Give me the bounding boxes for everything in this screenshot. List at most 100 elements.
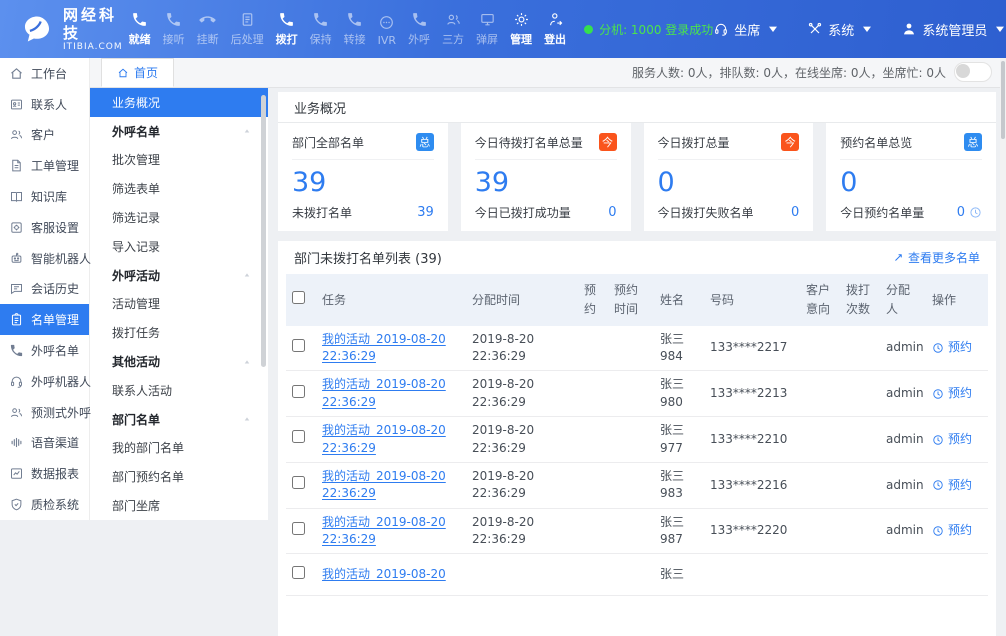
row-checkbox[interactable] — [292, 385, 305, 398]
sidebar-item[interactable]: 知识库 — [0, 181, 89, 212]
toolbar-button[interactable]: 转接 — [338, 11, 372, 47]
submenu-item-label: 部门坐席 — [112, 497, 160, 514]
sidebar-item[interactable]: 客服设置 — [0, 212, 89, 243]
brand-domain: ITIBIA.COM — [63, 42, 123, 52]
row-checkbox[interactable] — [292, 339, 305, 352]
stat-card: 预约名单总览 总 0 今日预约名单量 0 — [826, 123, 996, 231]
row-checkbox[interactable] — [292, 522, 305, 535]
reserve-action-button[interactable]: 预约 — [932, 522, 982, 539]
reserve-action-button[interactable]: 预约 — [932, 385, 982, 402]
sidebar-item[interactable]: 外呼名单 — [0, 335, 89, 366]
reserve-cell — [578, 371, 608, 417]
submenu-item[interactable]: 部门预约名单 — [90, 462, 268, 491]
submenu-item[interactable]: 活动管理 — [90, 290, 268, 319]
collapse-caret-up-icon — [242, 270, 252, 280]
sidebar-item[interactable]: 质检系统 — [0, 489, 89, 520]
toolbar-button-label: 保持 — [310, 31, 332, 47]
submenu-item[interactable]: 拨打任务 — [90, 318, 268, 347]
toolbar-button[interactable]: 挂断 — [191, 11, 225, 47]
reserve-action-button[interactable]: 预约 — [932, 477, 982, 494]
row-checkbox[interactable] — [292, 430, 305, 443]
window-scrollbar-thumb[interactable] — [1001, 61, 1005, 139]
submenu-item[interactable]: 外呼活动 — [90, 261, 268, 290]
toolbar-button[interactable]: 拨打 — [270, 11, 304, 47]
submenu-item[interactable]: 筛选记录 — [90, 203, 268, 232]
assigner-cell: admin — [880, 462, 926, 508]
header-menu-item[interactable]: 坐席 — [713, 20, 781, 39]
sidebar-item-icon — [9, 189, 24, 204]
reserve-time-cell — [608, 326, 654, 371]
stat-card: 今日待拨打名单总量 今 39 今日已拨打成功量 0 — [461, 123, 631, 231]
reserve-action-button[interactable]: 预约 — [932, 339, 982, 356]
header-menu-icon — [713, 21, 729, 37]
task-link[interactable]: 我的活动_2019-08-2022:36:29 — [322, 514, 460, 549]
window-scrollbar[interactable] — [1000, 58, 1006, 520]
submenu-item[interactable]: 其他活动 — [90, 347, 268, 376]
reserve-action-button[interactable]: 预约 — [932, 431, 982, 448]
sidebar-item-label: 外呼机器人 — [31, 373, 91, 390]
submenu-item[interactable]: 联系人活动 — [90, 376, 268, 405]
intent-cell — [800, 508, 840, 554]
submenu-item[interactable]: 导入记录 — [90, 232, 268, 261]
assign-time-cell: 2019-8-20 22:36:29 — [466, 508, 578, 554]
sidebar-item[interactable]: 工单管理 — [0, 150, 89, 181]
toolbar-button[interactable]: 后处理 — [225, 11, 270, 47]
sidebar-item[interactable]: 外呼机器人 — [0, 366, 89, 397]
toolbar-button[interactable]: 就绪 — [123, 11, 157, 47]
header-menu-item[interactable]: 系统 — [807, 20, 875, 39]
table-row: 我的活动_2019-08-2022:36:29 2019-8-20 22:36:… — [286, 326, 988, 371]
header-menu-item[interactable]: 系统管理员 — [901, 20, 1006, 39]
stat-card-sub-label: 今日拨打失败名单 — [658, 204, 754, 221]
toolbar-button[interactable]: 三方 — [436, 11, 470, 47]
phone-cell: 133****2213 — [704, 371, 800, 417]
toolbar-button-icon — [312, 11, 329, 28]
submenu-item[interactable]: 批次管理 — [90, 146, 268, 175]
submenu-item[interactable]: 业务概况 — [90, 88, 268, 117]
sidebar-item-label: 客户 — [31, 126, 55, 143]
toolbar-button-label: 登出 — [544, 31, 566, 47]
task-link[interactable]: 我的活动_2019-08-2022:36:29 — [322, 422, 460, 457]
tab-home-label: 首页 — [134, 64, 158, 81]
toolbar-button[interactable]: 保持 — [304, 11, 338, 47]
agent-busy-toggle[interactable] — [954, 62, 992, 82]
tab-home[interactable]: 首页 — [101, 58, 174, 87]
toolbar-button[interactable]: 外呼 — [402, 11, 436, 47]
sidebar-item[interactable]: 客户 — [0, 120, 89, 151]
toolbar-button-icon — [547, 11, 564, 28]
sidebar-item-icon — [9, 220, 24, 235]
sidebar-item[interactable]: 联系人 — [0, 89, 89, 120]
toolbar-button[interactable]: 管理 — [504, 11, 538, 47]
sidebar-item[interactable]: 数据报表 — [0, 458, 89, 489]
row-checkbox[interactable] — [292, 476, 305, 489]
sidebar-item-icon — [9, 435, 24, 450]
submenu-item-label: 活动管理 — [112, 295, 160, 312]
sidebar-item[interactable]: 预测式外呼 — [0, 397, 89, 428]
toolbar-button-label: 就绪 — [129, 31, 151, 47]
task-link[interactable]: 我的活动_2019-08-2022:36:29 — [322, 468, 460, 503]
row-checkbox[interactable] — [292, 566, 305, 579]
sidebar-item[interactable]: 名单管理 — [0, 304, 89, 335]
col-phone: 号码 — [704, 274, 800, 325]
submenu-item[interactable]: 部门名单 — [90, 405, 268, 434]
extension-status: 分机: 1000 登录成功 — [584, 21, 713, 38]
toolbar-button[interactable]: 弹屏 — [470, 11, 504, 47]
toolbar-button[interactable]: 接听 — [157, 11, 191, 47]
sidebar-item[interactable]: 工作台 — [0, 58, 89, 89]
toolbar-button[interactable]: IVR — [372, 14, 402, 47]
submenu-item[interactable]: 我的部门名单 — [90, 434, 268, 463]
submenu-scrollbar-thumb[interactable] — [261, 95, 266, 367]
select-all-checkbox[interactable] — [292, 291, 305, 304]
submenu-item[interactable]: 外呼名单 — [90, 117, 268, 146]
task-link[interactable]: 我的活动_2019-08-20 — [322, 566, 460, 583]
sidebar-item[interactable]: 智能机器人 — [0, 243, 89, 274]
sidebar-item[interactable]: 语音渠道 — [0, 428, 89, 459]
submenu-item[interactable]: 筛选表单 — [90, 174, 268, 203]
task-link[interactable]: 我的活动_2019-08-2022:36:29 — [322, 376, 460, 411]
submenu-item[interactable]: 部门坐席 — [90, 491, 268, 520]
view-more-link[interactable]: 查看更多名单 — [893, 249, 980, 266]
task-link[interactable]: 我的活动_2019-08-2022:36:29 — [322, 331, 460, 366]
sidebar-item[interactable]: 会话历史 — [0, 274, 89, 305]
stat-cards-row: 部门全部名单 总 39 未拨打名单 39 今日待拨打名单总量 — [278, 123, 996, 231]
toolbar-button[interactable]: 登出 — [538, 11, 572, 47]
tab-bar: 首页 服务人数: 0人，排队数: 0人，在线坐席: 0人，坐席忙: 0人 — [90, 58, 1006, 88]
